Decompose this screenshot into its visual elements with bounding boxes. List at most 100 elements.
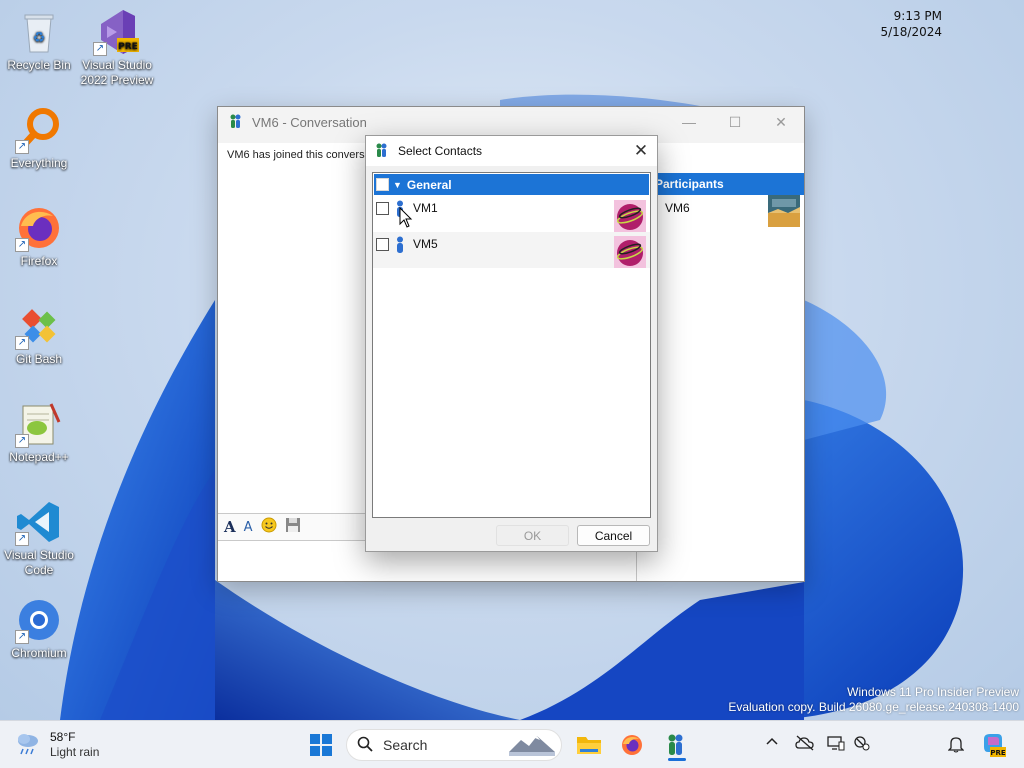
ok-button[interactable]: OK [496, 525, 569, 546]
conversation-titlebar[interactable]: VM6 - Conversation — ☐ ✕ [218, 107, 804, 137]
git-bash-icon: ↗ [15, 302, 63, 350]
weather-widget[interactable]: 58°F Light rain [14, 729, 99, 760]
font-icon[interactable]: A [224, 518, 236, 536]
contact-checkbox[interactable] [376, 238, 389, 251]
group-checkbox[interactable] [376, 178, 389, 191]
maximize-button[interactable]: ☐ [712, 107, 758, 137]
dialog-title: Select Contacts [398, 144, 483, 158]
group-name: General [406, 177, 452, 192]
taskbar-search[interactable]: Search [346, 729, 562, 761]
desktop-icon-chromium[interactable]: ↗ Chromium [0, 596, 78, 661]
visual-studio-preview-icon: PRE ↗ [93, 8, 141, 56]
contact-avatar [614, 200, 646, 232]
dialog-close-button[interactable]: ✕ [625, 136, 657, 166]
windows-logo-icon [310, 734, 332, 756]
save-icon[interactable] [285, 517, 301, 537]
desktop-icon-label: Git Bash [15, 352, 63, 366]
windows-watermark: Windows 11 Pro Insider Preview Evaluatio… [728, 685, 1019, 715]
watermark-line-1: Windows 11 Pro Insider Preview [847, 685, 1019, 699]
participant-name: VM6 [665, 201, 690, 215]
desktop-icon-label: Notepad++ [9, 450, 69, 464]
pre-badge-text: PRE [118, 42, 138, 52]
desktop-icon-label: Chromium [11, 646, 67, 660]
shortcut-arrow-icon: ↗ [15, 238, 29, 252]
taskbar-messenger[interactable] [660, 729, 692, 761]
onedrive-offline-icon[interactable] [795, 735, 815, 755]
shortcut-arrow-icon: ↗ [15, 630, 29, 644]
network-icon[interactable] [853, 735, 871, 755]
firefox-icon [622, 735, 642, 755]
desktop-icon-notepad-plus-plus[interactable]: ↗ Notepad++ [0, 400, 78, 465]
participants-panel: Participants VM6 [636, 143, 804, 581]
search-highlight-image [509, 732, 555, 759]
desktop-icon-label: Visual Studio 2022 Preview [80, 58, 154, 87]
display-icon[interactable] [827, 735, 845, 755]
select-contacts-dialog[interactable]: Select Contacts ✕ ▼ General VM1 VM5 OK C… [365, 135, 658, 552]
search-label: Search [383, 737, 428, 753]
notification-bell-icon[interactable] [947, 735, 965, 756]
desktop-icon-label: Everything [10, 156, 68, 170]
participant-avatar [768, 195, 800, 227]
contact-name: VM1 [413, 201, 438, 215]
clock-time: 9:13 PM [893, 9, 942, 23]
mouse-cursor-icon [399, 206, 413, 232]
recycle-bin-icon: ♻ [15, 8, 63, 56]
cancel-button[interactable]: Cancel [577, 525, 650, 546]
folder-icon [577, 737, 601, 754]
desktop-icon-label: Firefox [20, 254, 58, 268]
taskbar-clock[interactable]: 9:13 PM 5/18/2024 [878, 8, 942, 40]
shortcut-arrow-icon: ↗ [15, 140, 29, 154]
contact-row-vm1[interactable]: VM1 [373, 196, 650, 232]
contact-avatar [614, 236, 646, 268]
shortcut-arrow-icon: ↗ [15, 532, 29, 546]
weather-temperature: 58°F [50, 729, 76, 744]
tray-overflow-chevron-icon[interactable] [765, 734, 779, 750]
taskbar-file-explorer[interactable] [573, 729, 605, 761]
contact-row-vm5[interactable]: VM5 [373, 232, 650, 268]
messenger-app-icon [668, 734, 683, 755]
search-icon [357, 736, 373, 755]
text-color-icon[interactable]: A [244, 520, 253, 535]
emoticon-icon[interactable] [261, 517, 277, 537]
clock-date: 5/18/2024 [880, 25, 942, 39]
shortcut-arrow-icon: ↗ [15, 336, 29, 350]
minimize-button[interactable]: — [666, 107, 712, 137]
copilot-icon[interactable]: PRE [980, 731, 1006, 760]
svg-text:♻: ♻ [33, 30, 46, 46]
copilot-badge-text: PRE [990, 749, 1006, 757]
participants-header: Participants [637, 173, 804, 195]
close-button[interactable]: ✕ [758, 107, 804, 137]
rain-cloud-icon [14, 729, 42, 760]
desktop-icon-firefox[interactable]: ↗ Firefox [0, 204, 78, 269]
active-app-indicator [668, 758, 686, 761]
shortcut-arrow-icon: ↗ [15, 434, 29, 448]
contact-list[interactable]: ▼ General VM1 VM5 [372, 172, 651, 518]
contact-group-general[interactable]: ▼ General [374, 174, 649, 195]
online-person-icon [395, 236, 405, 254]
desktop-icon-label: Visual Studio Code [4, 548, 74, 577]
desktop-icon-recycle-bin[interactable]: ♻ Recycle Bin [0, 8, 78, 73]
shortcut-arrow-icon: ↗ [93, 42, 107, 56]
desktop-icon-visual-studio-2022-preview[interactable]: PRE ↗ Visual Studio 2022 Preview [78, 8, 156, 88]
desktop-icon-visual-studio-code[interactable]: ↗ Visual Studio Code [0, 498, 78, 578]
everything-search-icon: ↗ [15, 106, 63, 154]
vscode-icon: ↗ [15, 498, 63, 546]
start-button[interactable] [305, 729, 337, 761]
desktop-icon-git-bash[interactable]: ↗ Git Bash [0, 302, 78, 367]
watermark-line-2: Evaluation copy. Build 26080.ge_release.… [728, 700, 1019, 714]
firefox-icon: ↗ [15, 204, 63, 252]
weather-description: Light rain [50, 744, 100, 759]
messenger-app-icon [374, 142, 390, 161]
conversation-window-title: VM6 - Conversation [252, 114, 367, 130]
desktop-icon-label: Recycle Bin [7, 58, 71, 72]
participant-row[interactable]: VM6 [637, 195, 804, 231]
messenger-app-icon [228, 113, 244, 132]
taskbar-firefox[interactable] [616, 729, 648, 761]
desktop-icon-everything[interactable]: ↗ Everything [0, 106, 78, 171]
contact-checkbox[interactable] [376, 202, 389, 215]
dialog-titlebar[interactable]: Select Contacts ✕ [366, 136, 657, 166]
notepad-plus-plus-icon: ↗ [15, 400, 63, 448]
contact-name: VM5 [413, 237, 438, 251]
chromium-icon: ↗ [15, 596, 63, 644]
collapse-triangle-icon[interactable]: ▼ [393, 180, 402, 190]
